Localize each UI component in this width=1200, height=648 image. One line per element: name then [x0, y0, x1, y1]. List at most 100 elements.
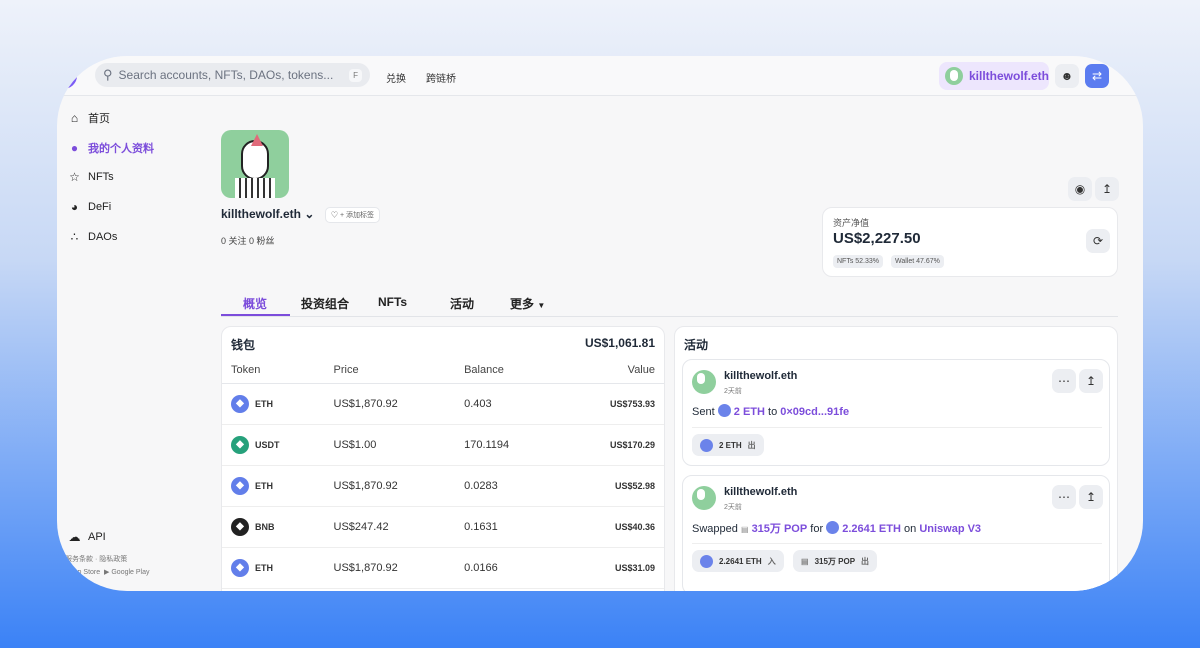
amount-link[interactable]: 315万 POP: [752, 523, 808, 535]
switch-account-button[interactable]: ⇄: [1085, 64, 1109, 88]
table-row[interactable]: ◆ ETH US$1,870.92 0.403 US$753.93: [222, 383, 664, 425]
transfer-chip[interactable]: 2.2641 ETH 入: [692, 550, 784, 572]
table-row[interactable]: ◆ BNB US$247.42 0.1631 US$40.36: [222, 506, 664, 548]
sidebar-item-api[interactable]: ☁ API: [68, 530, 106, 544]
tab-portfolio[interactable]: 投资组合: [301, 295, 349, 312]
token-icon: ◆: [231, 517, 249, 536]
activity-item: killthewolf.eth 2天前 ⋯ ↥ Swapped ▤ 315万 P…: [682, 475, 1110, 591]
logo-icon[interactable]: [57, 63, 77, 89]
eth-icon: [826, 521, 840, 534]
token-balance: 0.0283: [455, 465, 552, 507]
wallet-share-badge: Wallet 47.67%: [891, 255, 944, 268]
refresh-icon: ⟳: [1092, 234, 1104, 248]
token-value: US$170.29: [551, 424, 664, 466]
home-icon: ⌂: [70, 111, 79, 125]
top-bar: ⚲ Search accounts, NFTs, DAOs, tokens...…: [57, 56, 1143, 96]
token-symbol: BNB: [255, 521, 275, 532]
sidebar-item-nfts[interactable]: ☆ NFTs: [68, 170, 114, 184]
table-row[interactable]: ◆ ETH US$1,870.92 0.0166 US$31.09: [222, 547, 664, 589]
more-icon: ⋯: [1058, 490, 1070, 504]
sidebar-item-profile[interactable]: ● 我的个人资料: [68, 140, 154, 156]
token-icon: ◆: [231, 558, 249, 577]
user-icon: ●: [70, 141, 79, 155]
transfer-chip[interactable]: ▤ 315万 POP 出: [793, 550, 878, 572]
profile-avatar: [221, 130, 289, 198]
token-price: US$1,870.92: [324, 465, 456, 507]
sidebar-item-daos[interactable]: ∴ DAOs: [68, 230, 118, 244]
token-value: US$31.09: [551, 547, 664, 589]
address-link[interactable]: 0×09cd...91fe: [780, 406, 849, 418]
more-icon: ⋯: [1058, 374, 1070, 388]
token-icon: ◆: [231, 476, 249, 495]
transfer-chip[interactable]: 2 ETH 出: [692, 434, 764, 456]
wallet-total: US$1,061.81: [584, 336, 655, 350]
dao-icon: ∴: [70, 230, 79, 244]
more-button[interactable]: ⋯: [1052, 485, 1076, 509]
following-count[interactable]: 0 关注: [221, 236, 247, 246]
pop-token-icon: ▤: [740, 525, 749, 534]
eth-icon: [717, 404, 731, 417]
app-store-link[interactable]: App Store: [69, 569, 100, 576]
profile-name-dropdown[interactable]: killthewolf.eth ⌄: [221, 207, 314, 221]
nav-bridge[interactable]: 跨链桥: [426, 70, 456, 85]
amount-link[interactable]: 2 ETH: [734, 406, 765, 418]
token-icon: ◆: [231, 394, 249, 413]
more-button[interactable]: ⋯: [1052, 369, 1076, 393]
activity-user[interactable]: killthewolf.eth: [724, 486, 797, 498]
net-worth-value: US$2,227.50: [833, 230, 921, 247]
contacts-button[interactable]: ☻: [1055, 64, 1079, 88]
token-balance: 0.403: [455, 383, 552, 425]
token-price: US$1,870.92: [324, 383, 456, 425]
token-price: US$1,870.92: [324, 547, 456, 589]
avatar: [692, 370, 716, 394]
nfts-share-badge: NFTs 52.33%: [833, 255, 884, 268]
tab-more[interactable]: 更多 ▼: [510, 295, 545, 312]
tab-activity[interactable]: 活动: [450, 295, 474, 312]
google-play-link[interactable]: Google Play: [111, 569, 149, 576]
net-worth-card: 资产净值 US$2,227.50 NFTs 52.33% Wallet 47.6…: [822, 207, 1118, 277]
tab-nfts[interactable]: NFTs: [378, 295, 407, 309]
share-button[interactable]: ↥: [1079, 485, 1103, 509]
account-button[interactable]: killthewolf.eth: [939, 62, 1049, 90]
token-table: Token Price Balance Value ◆ ETH US$1,870.92 …: [222, 357, 664, 589]
nav-swap[interactable]: 兑换: [386, 70, 406, 85]
add-tag-button[interactable]: ♡ + 添加标签: [325, 207, 380, 223]
activity-card: 活动 killthewolf.eth 2天前 ⋯ ↥ Sent 2 ETH to…: [674, 326, 1118, 591]
refresh-button[interactable]: ⟳: [1086, 229, 1110, 253]
table-row[interactable]: ◆ USDT US$1.00 170.1194 US$170.29: [222, 424, 664, 466]
eth-icon: [700, 438, 713, 452]
token-balance: 0.1631: [455, 506, 552, 548]
privacy-link[interactable]: 隐私政策: [99, 556, 127, 563]
followers-count[interactable]: 0 粉丝: [249, 236, 275, 246]
tab-overview[interactable]: 概览: [243, 295, 267, 312]
sidebar-item-defi[interactable]: ◕ DeFi: [68, 200, 111, 214]
share-button[interactable]: ↥: [1079, 369, 1103, 393]
amount-link[interactable]: 2.2641 ETH: [842, 523, 901, 535]
token-balance: 170.1194: [455, 424, 552, 466]
token-symbol: ETH: [255, 562, 273, 573]
gauge-icon: ◕: [70, 200, 79, 214]
pop-token-icon: ▤: [801, 556, 809, 566]
token-value: US$753.93: [551, 383, 664, 425]
active-tab-indicator: [221, 314, 290, 316]
search-input[interactable]: ⚲ Search accounts, NFTs, DAOs, tokens...…: [95, 63, 370, 87]
tag-icon: ♡: [331, 212, 338, 219]
terms-link[interactable]: 服务条款: [65, 556, 93, 563]
token-value: US$40.36: [551, 506, 664, 548]
wallet-card: 钱包 US$1,061.81 Token Price Balance Value ◆ ET…: [221, 326, 665, 591]
token-value: US$52.98: [551, 465, 664, 507]
sidebar-item-home[interactable]: ⌂ 首页: [68, 110, 110, 126]
watch-button[interactable]: ◉: [1068, 177, 1092, 201]
chevron-down-icon: ⌄: [304, 207, 315, 221]
activity-item: killthewolf.eth 2天前 ⋯ ↥ Sent 2 ETH to 0×…: [682, 359, 1110, 466]
share-button[interactable]: ↥: [1095, 177, 1119, 201]
token-balance: 0.0166: [455, 547, 552, 589]
activity-user[interactable]: killthewolf.eth: [724, 370, 797, 382]
token-icon: ◆: [231, 435, 249, 454]
table-row[interactable]: ◆ ETH US$1,870.92 0.0283 US$52.98: [222, 465, 664, 507]
protocol-link[interactable]: Uniswap V3: [919, 523, 981, 535]
caret-down-icon: ▼: [537, 301, 546, 310]
user-list-icon: ☻: [1060, 69, 1074, 83]
app-window: ⚲ Search accounts, NFTs, DAOs, tokens...…: [57, 56, 1143, 591]
avatar: [692, 486, 716, 510]
